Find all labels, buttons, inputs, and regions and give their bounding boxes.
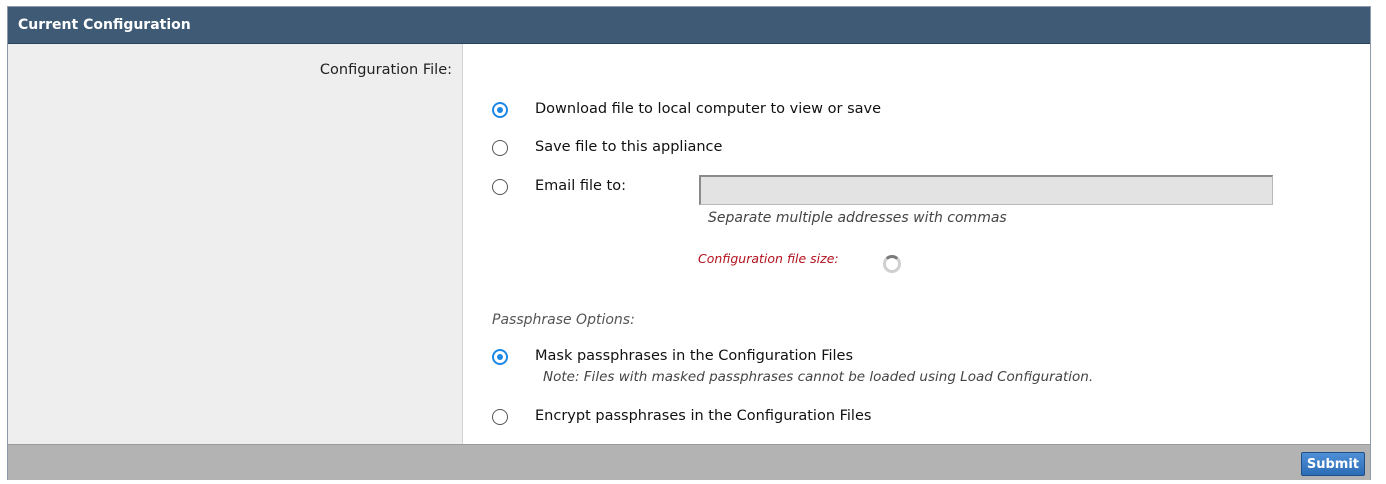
value-column: Download file to local computer to view … (463, 44, 1370, 444)
panel-title: Current Configuration (8, 7, 1370, 44)
save-appliance-option-label[interactable]: Save file to this appliance (535, 139, 722, 155)
download-radio[interactable] (492, 102, 508, 118)
save-appliance-radio[interactable] (492, 140, 508, 156)
email-option-label[interactable]: Email file to: (535, 178, 626, 194)
label-column: Configuration File: (8, 44, 463, 444)
download-option-label[interactable]: Download file to local computer to view … (535, 101, 881, 117)
mask-passphrases-radio[interactable] (492, 349, 508, 365)
email-input[interactable] (699, 175, 1273, 205)
configuration-file-label: Configuration File: (319, 62, 452, 78)
email-radio[interactable] (492, 179, 508, 195)
configuration-file-size-label: Configuration file size: (698, 251, 839, 266)
current-configuration-panel: Current Configuration Configuration File… (7, 6, 1371, 480)
passphrase-options-label: Passphrase Options: (492, 312, 635, 328)
configuration-file-row: Configuration File: Download file to loc… (8, 44, 1370, 444)
spinner-icon (883, 255, 901, 273)
email-hint: Separate multiple addresses with commas (708, 210, 1007, 226)
submit-button[interactable]: Submit (1300, 452, 1365, 476)
mask-passphrases-note: Note: Files with masked passphrases cann… (543, 369, 1094, 385)
panel-footer: Submit (8, 444, 1370, 480)
mask-passphrases-option-label[interactable]: Mask passphrases in the Configuration Fi… (535, 348, 853, 364)
encrypt-passphrases-radio[interactable] (492, 409, 508, 425)
encrypt-passphrases-option-label[interactable]: Encrypt passphrases in the Configuration… (535, 408, 871, 424)
